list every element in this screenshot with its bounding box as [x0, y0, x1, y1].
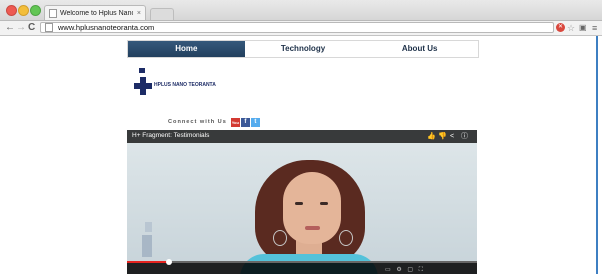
tab-title: Welcome to Hplus Nano Teo — [60, 9, 133, 17]
menu-icon[interactable]: ≡ — [592, 23, 597, 33]
earring — [339, 230, 353, 246]
reload-button[interactable]: C — [28, 22, 35, 34]
forward-button[interactable]: → — [16, 22, 26, 34]
nav-home[interactable]: Home — [128, 41, 245, 57]
close-tab-icon[interactable]: × — [137, 10, 141, 17]
browser-tab[interactable]: Welcome to Hplus Nano Teo × — [44, 5, 146, 20]
browser-title-bar: Welcome to Hplus Nano Teo × — [0, 0, 602, 21]
thumbs-up-icon[interactable]: 👍 — [427, 132, 436, 141]
mouth — [305, 226, 320, 230]
earring — [273, 230, 287, 246]
back-button[interactable]: ← — [5, 22, 15, 34]
youtube-icon[interactable]: You — [230, 117, 240, 127]
video-player[interactable]: H+ Fragment: Testimonials 👍 👎 < ⓘ ▭ ⚙ ▢ … — [127, 130, 477, 274]
stop-icon[interactable]: ✕ — [556, 23, 565, 32]
video-title-bar: H+ Fragment: Testimonials 👍 👎 < ⓘ — [127, 130, 477, 143]
video-title[interactable]: H+ Fragment: Testimonials — [132, 132, 209, 139]
video-frame[interactable] — [127, 130, 477, 274]
progress-bar[interactable] — [127, 259, 477, 265]
logo-text: HPLUS NANO TEORANTA — [154, 82, 216, 88]
logo-mark — [139, 68, 145, 73]
site-nav: Home Technology About Us — [127, 40, 479, 58]
scrollbar[interactable] — [596, 36, 598, 274]
progress-handle[interactable] — [166, 259, 172, 265]
url-text: www.hplusnanoteoranta.com — [58, 23, 155, 32]
face — [283, 172, 341, 244]
zoom-window-button[interactable] — [30, 5, 41, 16]
progress-played — [127, 261, 169, 263]
eye — [295, 202, 303, 205]
facebook-icon[interactable]: f — [240, 117, 250, 127]
connect-label: Connect with Us — [168, 119, 227, 125]
site-logo[interactable]: HPLUS NANO TEORANTA — [133, 68, 243, 95]
extension-icon[interactable]: ▣ — [579, 23, 587, 33]
background-object — [142, 235, 152, 257]
page-viewport: Home Technology About Us HPLUS NANO TEOR… — [0, 36, 602, 274]
connect-with-us: Connect with Us You f t — [168, 116, 261, 128]
share-icon[interactable]: < — [450, 132, 454, 141]
page-icon — [49, 8, 57, 18]
person-in-video — [235, 154, 383, 274]
nav-about-us[interactable]: About Us — [361, 41, 478, 57]
browser-toolbar: ← → C www.hplusnanoteoranta.com ✕ ☆ ▣ ≡ — [0, 21, 602, 36]
thumbs-down-icon[interactable]: 👎 — [438, 132, 447, 141]
player-control-icons[interactable]: ▭ ⚙ ▢ ⛶ — [385, 266, 425, 274]
video-controls: ▭ ⚙ ▢ ⛶ — [127, 259, 477, 274]
background-object — [145, 222, 152, 232]
nav-technology[interactable]: Technology — [245, 41, 362, 57]
eye — [320, 202, 328, 205]
info-icon[interactable]: ⓘ — [461, 132, 468, 141]
page-icon — [45, 23, 53, 32]
close-window-button[interactable] — [6, 5, 17, 16]
new-tab-button[interactable] — [150, 8, 174, 20]
logo-mark — [134, 83, 152, 89]
address-bar[interactable]: www.hplusnanoteoranta.com — [40, 22, 554, 33]
minimize-window-button[interactable] — [18, 5, 29, 16]
twitter-icon[interactable]: t — [250, 117, 260, 127]
bookmark-star-icon[interactable]: ☆ — [567, 23, 575, 33]
